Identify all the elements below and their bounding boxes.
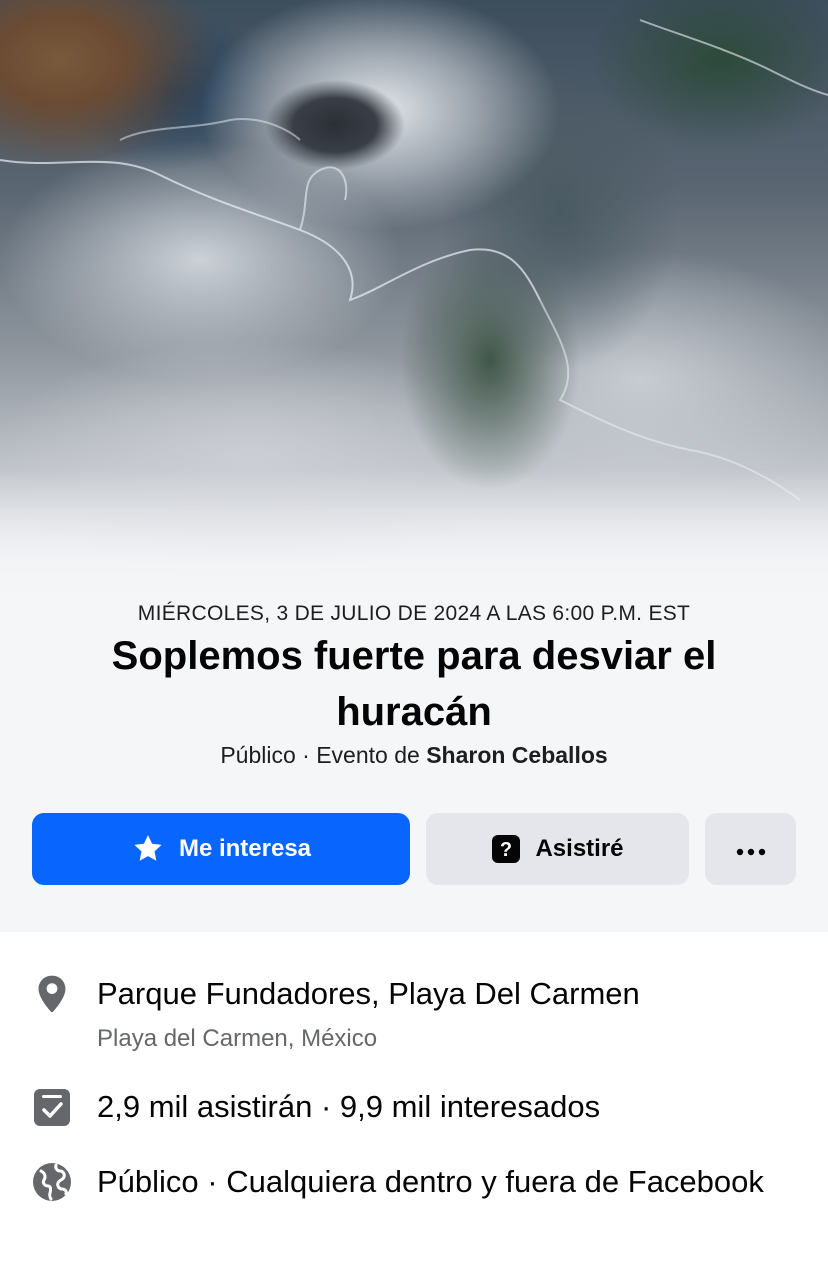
star-icon (131, 832, 165, 866)
attendance-row[interactable]: 2,9 mil asistirán · 9,9 mil interesados (0, 1087, 828, 1137)
calendar-check-icon (32, 1087, 72, 1127)
cover-photo[interactable] (0, 0, 828, 630)
question-icon: ? (491, 834, 521, 864)
satellite-map-illustration (0, 19, 828, 501)
location-city: Playa del Carmen, México (97, 1025, 378, 1052)
globe-icon (32, 1162, 72, 1202)
svg-text:?: ? (500, 839, 512, 861)
interested-button-label: Me interesa (178, 835, 312, 862)
event-privacy: Público (220, 742, 296, 768)
subtitle-separator: · (295, 742, 317, 768)
more-options-button[interactable] (705, 813, 796, 885)
event-header: MIÉRCOLES, 3 DE JULIO DE 2024 A LAS 6:00… (0, 590, 828, 932)
event-subtitle: Público · Evento de Sharon Ceballos (0, 742, 828, 769)
location-pin-icon (32, 974, 72, 1014)
interested-button[interactable]: Me interesa (32, 813, 410, 885)
audience-row: Público · Cualquiera dentro y fuera de F… (0, 1162, 828, 1252)
going-button[interactable]: ? Asistiré (426, 813, 689, 885)
audience-text: Público · Cualquiera dentro y fuera de F… (97, 1164, 764, 1199)
host-prefix: Evento de (316, 742, 427, 768)
more-horizontal-icon (736, 835, 766, 863)
host-name-link[interactable]: Sharon Ceballos (426, 742, 607, 768)
event-date-time: MIÉRCOLES, 3 DE JULIO DE 2024 A LAS 6:00… (137, 602, 691, 625)
attendance-text: 2,9 mil asistirán · 9,9 mil interesados (97, 1089, 601, 1124)
location-name: Parque Fundadores, Playa Del Carmen (97, 976, 640, 1011)
location-row[interactable]: Parque Fundadores, Playa Del Carmen Play… (0, 972, 828, 1062)
going-button-label: Asistiré (535, 835, 624, 862)
event-title: Soplemos fuerte para desviar el huracán (111, 634, 717, 734)
